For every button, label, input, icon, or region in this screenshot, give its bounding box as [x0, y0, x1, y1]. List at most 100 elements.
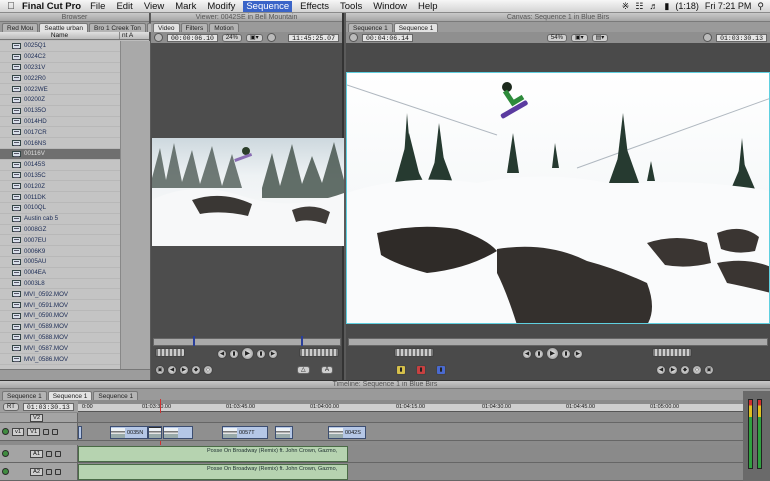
- viewer-zoom-popup[interactable]: 24%: [221, 33, 242, 42]
- canvas-next-edit-icon[interactable]: ▮: [561, 348, 571, 359]
- menu-mark[interactable]: Mark: [175, 1, 196, 12]
- browser-clip-row[interactable]: 00145S: [0, 160, 120, 171]
- video-clip-1[interactable]: 0035N: [110, 426, 148, 439]
- browser-scrollbar[interactable]: [120, 41, 150, 369]
- viewer-marker-icon[interactable]: ◆: [191, 365, 201, 375]
- video-clip-4[interactable]: 0057T: [222, 426, 268, 439]
- browser-clip-row[interactable]: 0014HD: [0, 117, 120, 128]
- browser-clip-row[interactable]: MVI_0591.MOV: [0, 300, 120, 311]
- viewer-view-popup[interactable]: ▣▾: [245, 33, 263, 42]
- canvas-tab-sequence-1a[interactable]: Sequence 1: [348, 23, 393, 32]
- audio-clip-a2[interactable]: Posse On Broadway (Remix) ft. John Crown…: [78, 464, 348, 480]
- timeline-tab-sequence-1a[interactable]: Sequence 1: [2, 391, 47, 400]
- track-a1-autoselect-icon[interactable]: [55, 450, 62, 457]
- canvas-mark-out-icon[interactable]: ▶: [668, 365, 678, 375]
- overwrite-edit-icon[interactable]: ▮: [416, 365, 426, 375]
- track-a1-lock-icon[interactable]: [46, 450, 53, 457]
- browser-clip-row[interactable]: 00120Z: [0, 181, 120, 193]
- viewer-tab-motion[interactable]: Motion: [209, 23, 239, 32]
- menu-sequence[interactable]: Sequence: [243, 0, 293, 12]
- insert-edit-icon[interactable]: ▮: [396, 365, 406, 375]
- video-clip-3[interactable]: [163, 426, 193, 439]
- browser-clip-row[interactable]: MVI_0592.MOV: [0, 289, 120, 301]
- timeline-tab-sequence-1c[interactable]: Sequence 1: [93, 391, 139, 400]
- viewer-match-frame-icon[interactable]: ▣: [155, 365, 165, 375]
- browser-clip-row[interactable]: 0004EA: [0, 268, 120, 279]
- viewer-tab-video[interactable]: Video: [153, 23, 180, 32]
- timeline-vscroll-area[interactable]: [743, 391, 770, 481]
- browser-tab-seattle-urban[interactable]: Seattle urban: [39, 23, 89, 32]
- spotlight-icon[interactable]: ⚲: [757, 1, 764, 12]
- video-clip-edge[interactable]: [78, 426, 82, 439]
- viewer-in-point[interactable]: [193, 336, 195, 346]
- track-v1-source[interactable]: v1: [12, 427, 25, 436]
- browser-clip-row[interactable]: 0008GZ: [0, 225, 120, 236]
- video-clip-6[interactable]: 0042S: [328, 426, 366, 439]
- browser-clip-row[interactable]: 0003L8: [0, 279, 120, 290]
- track-v1-autoselect-icon[interactable]: [52, 428, 59, 435]
- canvas-duration-timecode[interactable]: 00:04:06.14: [362, 33, 413, 42]
- track-a1-audible-icon[interactable]: [2, 450, 9, 457]
- browser-clip-row[interactable]: Austin cab 5: [0, 214, 120, 225]
- timeline-ruler[interactable]: 0:00 01:03:30.00 01:03:45.00 01:04:00.00…: [78, 404, 743, 412]
- canvas-keyframe-icon[interactable]: ◇: [692, 365, 702, 375]
- browser-clip-row[interactable]: 00135O: [0, 106, 120, 117]
- volume-icon[interactable]: ♬: [649, 1, 658, 11]
- canvas-marker-icon[interactable]: ◆: [680, 365, 690, 375]
- menu-window[interactable]: Window: [373, 1, 407, 12]
- viewer-play-around-icon[interactable]: ▶: [268, 348, 278, 359]
- viewer-scrubber[interactable]: [153, 338, 341, 346]
- track-a2-autoselect-icon[interactable]: [55, 468, 62, 475]
- canvas-mark-in-icon[interactable]: ◀: [656, 365, 666, 375]
- browser-clip-row[interactable]: 0010QL: [0, 203, 120, 214]
- browser-clip-row[interactable]: 0017CR: [0, 127, 120, 139]
- viewer-play-in-out-icon[interactable]: ◀: [217, 348, 227, 359]
- bluetooth-icon[interactable]: ※: [622, 1, 630, 12]
- viewer-out-point[interactable]: [301, 336, 303, 346]
- canvas-current-timecode[interactable]: 01:03:30.13: [716, 33, 767, 42]
- canvas-drag-icon[interactable]: [349, 33, 358, 42]
- rt-popup[interactable]: RT: [3, 402, 19, 411]
- browser-hscrollbar[interactable]: [0, 369, 150, 380]
- menu-file[interactable]: File: [90, 1, 105, 12]
- video-clip-2[interactable]: [148, 426, 162, 439]
- viewer-gen-icon[interactable]: [266, 33, 276, 42]
- viewer-drag-icon[interactable]: [154, 33, 163, 42]
- menu-view[interactable]: View: [144, 1, 164, 12]
- browser-clip-row[interactable]: 0006K9: [0, 246, 120, 257]
- browser-clip-row[interactable]: MVI_0588.MOV: [0, 333, 120, 344]
- apple-menu-icon[interactable]: : [0, 1, 22, 12]
- browser-clip-row[interactable]: MVI_0590.MOV: [0, 311, 120, 322]
- menu-help[interactable]: Help: [418, 1, 438, 12]
- viewer-jog[interactable]: [299, 348, 339, 357]
- browser-clip-row[interactable]: 0007EU: [0, 235, 120, 247]
- browser-clip-row[interactable]: 0022R0: [0, 73, 120, 85]
- browser-clip-row[interactable]: 00135C: [0, 171, 120, 182]
- track-a2-label[interactable]: A2: [30, 467, 44, 476]
- viewer-mark-out-icon[interactable]: ▶: [179, 365, 189, 375]
- column-name[interactable]: Name: [0, 32, 120, 39]
- canvas-gen-icon[interactable]: [703, 33, 713, 42]
- canvas-prev-edit-icon[interactable]: ▮: [534, 348, 544, 359]
- browser-clip-row[interactable]: 0016NS: [0, 138, 120, 149]
- menu-modify[interactable]: Modify: [207, 1, 235, 12]
- viewer-generator-popup[interactable]: A: [321, 366, 334, 374]
- viewer-tab-filters[interactable]: Filters: [180, 23, 209, 32]
- canvas-play-icon[interactable]: ▶: [546, 347, 559, 360]
- browser-clip-row[interactable]: 0005AU: [0, 257, 120, 268]
- column-other[interactable]: nt A: [120, 32, 149, 39]
- viewer-next-edit-icon[interactable]: ▮: [256, 348, 266, 359]
- canvas-tab-sequence-1b[interactable]: Sequence 1: [393, 23, 439, 32]
- app-menu[interactable]: Final Cut Pro: [22, 1, 81, 12]
- battery-icon[interactable]: ▮: [664, 1, 669, 12]
- canvas-match-frame-icon[interactable]: ▣: [704, 365, 714, 375]
- canvas-jog[interactable]: [652, 348, 692, 357]
- video-clip-5[interactable]: [275, 426, 293, 439]
- menu-edit[interactable]: Edit: [116, 1, 132, 12]
- canvas-shuttle[interactable]: [394, 348, 434, 357]
- menu-tools[interactable]: Tools: [340, 1, 362, 12]
- track-a2-audible-icon[interactable]: [2, 468, 9, 475]
- browser-clip-row[interactable]: 00200Z: [0, 95, 120, 106]
- viewer-shuttle[interactable]: [155, 348, 185, 357]
- audio-clip-a1[interactable]: Posse On Broadway (Remix) ft. John Crown…: [78, 446, 348, 462]
